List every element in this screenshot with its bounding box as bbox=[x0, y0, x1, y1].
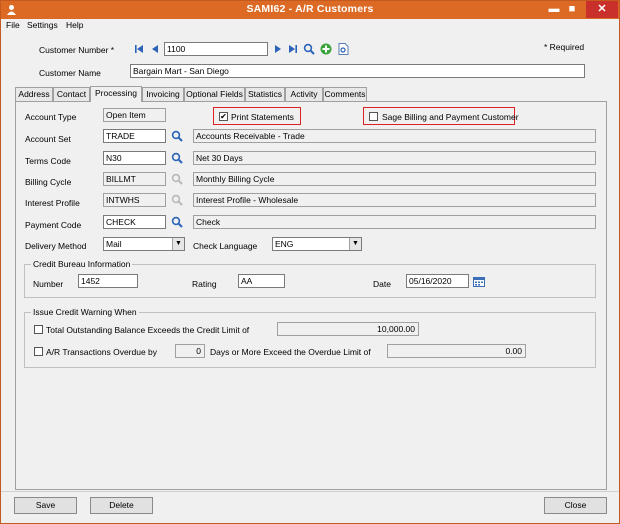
sage-billing-label: Sage Billing and Payment Customer bbox=[382, 112, 519, 122]
date-input[interactable]: 05/16/2020 bbox=[406, 274, 469, 288]
tab-address[interactable]: Address bbox=[15, 87, 53, 101]
menu-help[interactable]: Help bbox=[66, 20, 83, 30]
credit-limit-value: 10,000.00 bbox=[277, 322, 419, 336]
payment-code-finder-icon[interactable] bbox=[171, 216, 183, 228]
total-outstanding-checkbox[interactable] bbox=[34, 325, 43, 334]
required-note: * Required bbox=[544, 42, 585, 52]
tab-comments[interactable]: Comments bbox=[323, 87, 367, 101]
close-button[interactable]: Close bbox=[544, 497, 607, 514]
sage-billing-checkbox[interactable] bbox=[369, 112, 378, 121]
tab-contact[interactable]: Contact bbox=[53, 87, 90, 101]
billing-cycle-finder-icon bbox=[171, 173, 183, 185]
credit-number-input[interactable]: 1452 bbox=[78, 274, 138, 288]
menu-file[interactable]: File bbox=[6, 20, 20, 30]
billing-cycle-input: BILLMT bbox=[103, 172, 166, 186]
total-outstanding-label: Total Outstanding Balance Exceeds the Cr… bbox=[46, 325, 250, 335]
next-record-icon[interactable] bbox=[273, 44, 283, 54]
account-set-finder-icon[interactable] bbox=[171, 130, 183, 142]
tab-activity[interactable]: Activity bbox=[285, 87, 323, 101]
account-set-input[interactable]: TRADE bbox=[103, 129, 166, 143]
check-language-value: ENG bbox=[275, 239, 294, 249]
menu-bar: File Settings Help bbox=[1, 19, 619, 32]
customer-name-input[interactable]: Bargain Mart - San Diego bbox=[130, 64, 585, 78]
title-bar: SAMI62 - A/R Customers ▬ ■ ✕ bbox=[1, 1, 619, 19]
close-window-button[interactable]: ✕ bbox=[586, 1, 618, 18]
rating-input[interactable]: AA bbox=[238, 274, 285, 288]
last-record-icon[interactable] bbox=[288, 44, 298, 54]
check-language-select[interactable]: ENG ▼ bbox=[272, 237, 362, 251]
billing-cycle-description: Monthly Billing Cycle bbox=[193, 172, 596, 186]
account-type-value: Open Item bbox=[103, 108, 166, 122]
check-language-label: Check Language bbox=[193, 241, 258, 251]
chevron-down-icon[interactable]: ▼ bbox=[172, 238, 184, 250]
account-set-label: Account Set bbox=[25, 134, 71, 144]
overdue-checkbox[interactable] bbox=[34, 347, 43, 356]
credit-warning-title: Issue Credit Warning When bbox=[31, 307, 139, 317]
customer-number-label: Customer Number * bbox=[39, 45, 115, 55]
overdue-suffix-label: Days or More Exceed the Overdue Limit of bbox=[210, 347, 371, 357]
window-title: SAMI62 - A/R Customers bbox=[246, 3, 374, 15]
interest-profile-finder-icon bbox=[171, 194, 183, 206]
finder-icon[interactable] bbox=[303, 43, 315, 55]
interest-profile-description: Interest Profile - Wholesale bbox=[193, 193, 596, 207]
new-record-icon[interactable] bbox=[320, 43, 332, 55]
account-set-description: Accounts Receivable - Trade bbox=[193, 129, 596, 143]
previous-record-icon[interactable] bbox=[150, 44, 160, 54]
terms-code-label: Terms Code bbox=[25, 156, 71, 166]
delivery-method-value: Mail bbox=[106, 239, 122, 249]
account-type-label: Account Type bbox=[25, 112, 77, 122]
interest-profile-label: Interest Profile bbox=[25, 198, 80, 208]
overdue-days-value: 0 bbox=[175, 344, 205, 358]
customer-name-label: Customer Name bbox=[39, 68, 101, 78]
customer-number-input[interactable]: 1100 bbox=[164, 42, 268, 56]
print-statements-label: Print Statements bbox=[231, 112, 294, 122]
tab-optional-fields[interactable]: Optional Fields bbox=[184, 87, 245, 101]
bottom-divider bbox=[1, 491, 619, 492]
delivery-method-label: Delivery Method bbox=[25, 241, 87, 251]
delete-button[interactable]: Delete bbox=[90, 497, 153, 514]
overdue-label: A/R Transactions Overdue by bbox=[46, 347, 158, 357]
credit-bureau-title: Credit Bureau Information bbox=[31, 259, 133, 269]
minimize-button[interactable]: ▬ bbox=[545, 1, 563, 18]
tab-statistics[interactable]: Statistics bbox=[245, 87, 285, 101]
print-statements-checkbox[interactable]: ✔ bbox=[219, 112, 228, 121]
payment-code-input[interactable]: CHECK bbox=[103, 215, 166, 229]
save-button[interactable]: Save bbox=[14, 497, 77, 514]
ar-customers-window: SAMI62 - A/R Customers ▬ ■ ✕ File Settin… bbox=[0, 0, 620, 524]
overdue-limit-value: 0.00 bbox=[387, 344, 526, 358]
terms-description: Net 30 Days bbox=[193, 151, 596, 165]
date-label: Date bbox=[373, 279, 391, 289]
billing-cycle-label: Billing Cycle bbox=[25, 177, 72, 187]
calendar-icon[interactable] bbox=[473, 276, 485, 287]
tab-invoicing[interactable]: Invoicing bbox=[142, 87, 184, 101]
menu-settings[interactable]: Settings bbox=[27, 20, 58, 30]
credit-warning-group: Issue Credit Warning When bbox=[24, 307, 596, 368]
tab-processing[interactable]: Processing bbox=[90, 86, 142, 102]
zoom-document-icon[interactable] bbox=[338, 43, 349, 55]
interest-profile-input: INTWHS bbox=[103, 193, 166, 207]
delivery-method-select[interactable]: Mail ▼ bbox=[103, 237, 185, 251]
rating-label: Rating bbox=[192, 279, 217, 289]
payment-description: Check bbox=[193, 215, 596, 229]
first-record-icon[interactable] bbox=[134, 44, 144, 54]
terms-code-finder-icon[interactable] bbox=[171, 152, 183, 164]
maximize-button[interactable]: ■ bbox=[563, 1, 581, 18]
chevron-down-icon[interactable]: ▼ bbox=[349, 238, 361, 250]
payment-code-label: Payment Code bbox=[25, 220, 82, 230]
terms-code-input[interactable]: N30 bbox=[103, 151, 166, 165]
credit-number-label: Number bbox=[33, 279, 64, 289]
